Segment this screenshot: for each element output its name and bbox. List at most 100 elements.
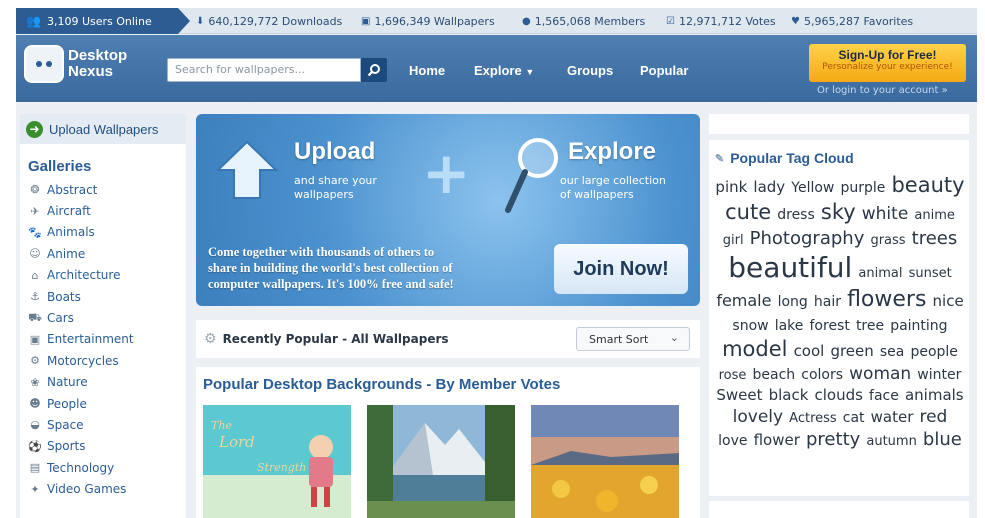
tag-link[interactable]: colors — [801, 367, 843, 383]
wallpaper-thumbnail[interactable] — [367, 405, 515, 518]
gallery-item-cars[interactable]: ⛟ Cars — [20, 307, 186, 328]
tag-link[interactable]: winter — [917, 367, 961, 383]
tag-link[interactable]: tree — [856, 318, 884, 334]
users-online[interactable]: 👥 3,109 Users Online — [16, 8, 190, 34]
tag-link[interactable]: water — [871, 408, 914, 426]
tag-link[interactable]: animals — [905, 386, 964, 404]
favorites-text: 5,965,287 Favorites — [803, 14, 914, 28]
tag-link[interactable]: beach — [753, 367, 796, 383]
tag-link[interactable]: black — [769, 386, 809, 404]
gallery-item-aircraft[interactable]: ✈ Aircraft — [20, 200, 186, 221]
favorites-stat[interactable]: ♥ 5,965,287 Favorites — [791, 8, 913, 34]
nav-home[interactable]: Home — [409, 63, 445, 78]
animals-icon: 🐾 — [28, 225, 42, 239]
tag-link[interactable]: sea — [880, 344, 905, 360]
tag-link[interactable]: pink — [715, 178, 747, 196]
tag-link[interactable]: green — [830, 342, 873, 360]
gallery-item-label: Sports — [47, 439, 86, 454]
tag-link[interactable]: hair — [814, 294, 841, 310]
tag-link[interactable]: woman — [849, 364, 911, 384]
tag-link[interactable]: Photography — [750, 228, 865, 249]
tag-link[interactable]: female — [716, 291, 771, 310]
gallery-item-abstract[interactable]: ❂ Abstract — [20, 179, 186, 200]
tag-link[interactable]: face — [869, 388, 899, 404]
tag-link[interactable]: Actress — [789, 411, 837, 426]
gallery-item-label: Video Games — [47, 482, 127, 497]
tag-link[interactable]: love — [718, 433, 747, 449]
wallpaper-thumbnail[interactable]: The Lord Strength — [203, 405, 351, 518]
logo-line2: Nexus — [68, 63, 114, 80]
tag-link[interactable]: autumn — [866, 434, 916, 449]
search-button[interactable] — [361, 58, 387, 82]
tag-link[interactable]: lady — [753, 178, 785, 196]
gallery-item-people[interactable]: ☻ People — [20, 393, 186, 414]
tag-link[interactable]: cat — [843, 410, 865, 426]
tag-link[interactable]: pretty — [806, 429, 860, 450]
tag-link[interactable]: long — [778, 294, 808, 310]
gallery-item-animals[interactable]: 🐾 Animals — [20, 222, 186, 243]
tag-link[interactable]: trees — [912, 228, 958, 249]
tag-link[interactable]: cool — [794, 342, 825, 360]
gallery-item-anime[interactable]: ☺ Anime — [20, 243, 186, 264]
gallery-item-sports[interactable]: ⚽ Sports — [20, 436, 186, 457]
gallery-item-boats[interactable]: ⚓ Boats — [20, 286, 186, 307]
tag-link[interactable]: white — [862, 204, 909, 224]
signup-button[interactable]: Sign-Up for Free! Personalize your exper… — [809, 44, 966, 82]
tag-link[interactable]: blue — [923, 429, 962, 450]
tag-link[interactable]: beauty — [891, 173, 964, 197]
login-link[interactable]: Or login to your account » — [817, 85, 948, 96]
tag-link[interactable]: lake — [775, 318, 804, 334]
tag-link[interactable]: people — [910, 344, 957, 360]
tag-link[interactable]: red — [919, 407, 947, 427]
tag-link[interactable]: painting — [890, 318, 947, 334]
search-input[interactable]: Search for wallpapers... — [167, 58, 361, 82]
gallery-item-technology[interactable]: ▤ Technology — [20, 457, 186, 478]
tag-link[interactable]: sky — [821, 200, 856, 224]
wallpapers-stat[interactable]: ▣ 1,696,349 Wallpapers — [361, 8, 495, 34]
gallery-item-architecture[interactable]: ⌂ Architecture — [20, 265, 186, 286]
entertainment-icon: ▣ — [29, 332, 41, 346]
tag-link[interactable]: snow — [732, 318, 768, 334]
tag-link[interactable]: purple — [840, 180, 885, 196]
upload-wallpapers-button[interactable]: ➜ Upload Wallpapers — [20, 114, 186, 144]
explore-title: Explore — [568, 138, 657, 165]
tag-link[interactable]: rose — [719, 368, 747, 383]
tag-link[interactable]: animal — [858, 266, 902, 281]
nav-popular[interactable]: Popular — [640, 63, 688, 78]
tag-link[interactable]: clouds — [815, 386, 863, 404]
tag-link[interactable]: Sweet — [716, 386, 762, 404]
join-now-button[interactable]: Join Now! — [554, 244, 688, 294]
galleries-heading: Galleries — [28, 158, 92, 175]
tag-link[interactable]: anime — [914, 208, 954, 223]
gallery-item-motorcycles[interactable]: ⚙ Motorcycles — [20, 350, 186, 371]
tag-link[interactable]: dress — [777, 207, 815, 223]
site-logo[interactable]: Desktop Nexus — [24, 45, 127, 83]
tag-link[interactable]: Yellow — [791, 180, 834, 196]
tag-link[interactable]: lovely — [733, 407, 783, 427]
nav-explore[interactable]: Explore ▼ — [474, 63, 534, 78]
tag-link[interactable]: flowers — [847, 287, 926, 312]
votes-stat[interactable]: ☑ 12,971,712 Votes — [666, 8, 776, 34]
technology-icon: ▤ — [29, 461, 41, 475]
tag-link[interactable]: flower — [754, 431, 800, 449]
gallery-item-video-games[interactable]: ✦ Video Games — [20, 478, 186, 499]
tag-link[interactable]: sunset — [909, 266, 952, 281]
gallery-item-nature[interactable]: ❀ Nature — [20, 372, 186, 393]
tag-link[interactable]: beautiful — [728, 251, 852, 284]
nav-groups[interactable]: Groups — [567, 63, 613, 78]
gallery-item-entertainment[interactable]: ▣ Entertainment — [20, 329, 186, 350]
tag-link[interactable]: girl — [723, 233, 744, 248]
tag-link[interactable]: model — [722, 337, 787, 361]
tag-link[interactable]: nice — [933, 292, 964, 310]
members-stat[interactable]: ● 1,565,068 Members — [522, 8, 645, 34]
gallery-item-space[interactable]: ◒ Space — [20, 414, 186, 435]
wallpaper-thumbnail[interactable] — [531, 405, 679, 518]
downloads-stat[interactable]: ⬇ 640,129,772 Downloads — [196, 8, 342, 34]
tag-link[interactable]: grass — [870, 233, 905, 248]
gallery-item-label: Architecture — [47, 268, 121, 283]
tag-link[interactable]: forest — [810, 318, 850, 334]
boats-icon: ⚓ — [30, 290, 40, 304]
sort-dropdown[interactable]: Smart Sort ⌄ — [576, 327, 690, 351]
vote-icon: ☑ — [666, 15, 675, 27]
tag-link[interactable]: cute — [725, 200, 771, 224]
